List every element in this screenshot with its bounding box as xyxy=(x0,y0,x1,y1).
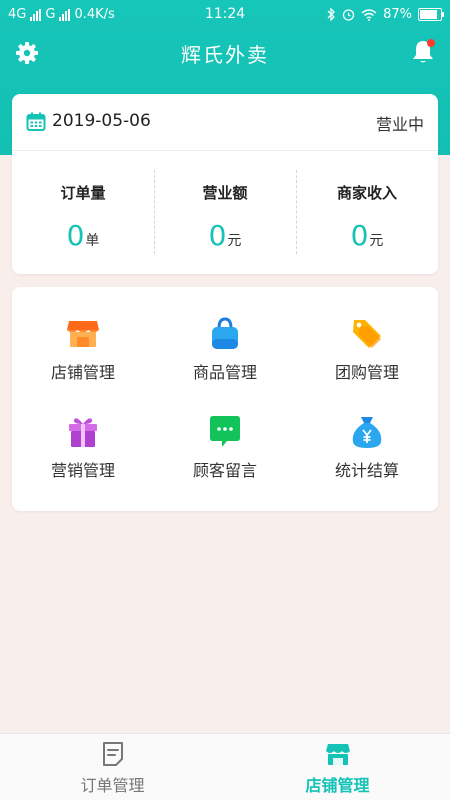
menu-customer-messages[interactable]: 顾客留言 xyxy=(154,399,296,497)
stat-orders: 订单量 0单 xyxy=(12,150,154,274)
tab-order-management[interactable]: 订单管理 xyxy=(0,734,225,800)
stat-number: 0 xyxy=(208,219,227,252)
store-icon xyxy=(67,321,99,347)
tab-label: 店铺管理 xyxy=(305,776,370,795)
stat-label: 商家收入 xyxy=(336,184,397,202)
menu-label: 店铺管理 xyxy=(50,363,115,382)
menu-product-management[interactable]: 商品管理 xyxy=(154,301,296,399)
battery-icon xyxy=(418,8,444,21)
status-right: 87% xyxy=(327,7,444,22)
business-status: 营业中 xyxy=(375,115,424,134)
notification-badge xyxy=(427,39,435,47)
date-row[interactable]: 2019-05-06 营业中 xyxy=(12,94,438,151)
stat-revenue: 营业额 0元 xyxy=(154,150,296,274)
menu-marketing-management[interactable]: 营销管理 xyxy=(12,399,154,497)
summary-card: 2019-05-06 营业中 订单量 0单 营业额 0元 商家收入 0元 xyxy=(12,94,438,274)
menu-label: 团购管理 xyxy=(334,363,399,382)
battery-percent: 87% xyxy=(383,7,412,22)
stat-unit: 单 xyxy=(85,233,100,249)
menu-group-buying-management[interactable]: 团购管理 xyxy=(296,301,438,399)
gift-icon xyxy=(69,418,97,447)
menu-label: 营销管理 xyxy=(50,461,115,480)
shopping-bag-icon xyxy=(212,317,238,349)
menu-label: 顾客留言 xyxy=(192,461,257,480)
stat-unit: 元 xyxy=(227,233,242,249)
tab-label: 订单管理 xyxy=(80,776,145,795)
date-value: 2019-05-06 xyxy=(52,111,151,131)
tab-store-management[interactable]: 店铺管理 xyxy=(225,734,450,800)
calendar-icon xyxy=(26,112,46,131)
menu-label: 统计结算 xyxy=(334,461,399,480)
page-title: 辉氏外卖 xyxy=(181,43,269,67)
bluetooth-icon xyxy=(327,8,336,21)
stat-unit: 元 xyxy=(369,233,384,249)
stat-number: 0 xyxy=(350,219,369,252)
store-icon xyxy=(325,744,350,765)
stat-merchant-income: 商家收入 0元 xyxy=(296,150,438,274)
message-icon xyxy=(210,416,240,447)
wifi-icon xyxy=(361,8,377,21)
price-tag-icon xyxy=(353,320,381,348)
stats-row: 订单量 0单 营业额 0元 商家收入 0元 xyxy=(12,150,438,274)
top-bar: 辉氏外卖 xyxy=(0,30,450,78)
order-document-icon xyxy=(102,742,123,766)
stat-number: 0 xyxy=(66,219,85,252)
money-bag-icon xyxy=(352,417,382,448)
bell-icon[interactable] xyxy=(410,38,436,66)
battery-fill xyxy=(420,10,437,19)
bottom-tab-bar: 订单管理 店铺管理 xyxy=(0,733,450,800)
menu-card: 店铺管理 商品管理 团购管理 营销管理 顾客留言 统计结算 xyxy=(12,287,438,511)
stat-label: 订单量 xyxy=(60,184,106,202)
menu-store-management[interactable]: 店铺管理 xyxy=(12,301,154,399)
stat-label: 营业额 xyxy=(202,184,248,202)
status-bar: 4G G 0.4K/s 11:24 87% xyxy=(0,0,450,30)
menu-label: 商品管理 xyxy=(192,363,257,382)
alarm-icon xyxy=(342,9,355,21)
menu-statistics-settlement[interactable]: 统计结算 xyxy=(296,399,438,497)
menu-grid: 店铺管理 商品管理 团购管理 营销管理 顾客留言 统计结算 xyxy=(12,287,438,511)
